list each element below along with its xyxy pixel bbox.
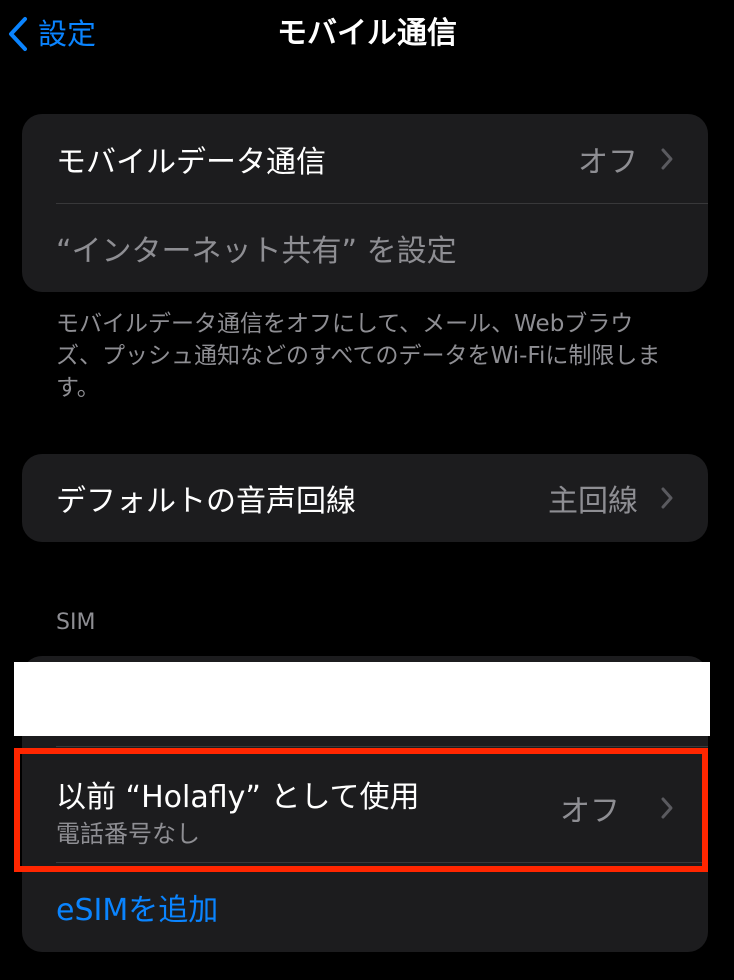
add-esim-link[interactable]: eSIMを追加 — [56, 885, 218, 929]
mobile-data-card: モバイルデータ通信 オフ “インターネット共有” を設定 — [22, 114, 708, 292]
previous-plan-subtitle: 電話番号なし — [56, 820, 200, 848]
mobile-data-value: オフ — [578, 145, 638, 180]
mobile-data-label: モバイルデータ通信 — [56, 145, 326, 180]
divider — [56, 746, 708, 747]
hotspot-label: “インターネット共有” を設定 — [56, 234, 457, 269]
default-voice-value: 主回線 — [548, 484, 638, 519]
hotspot-row[interactable]: “インターネット共有” を設定 — [22, 204, 708, 292]
previous-plan-row[interactable]: 以前 “Holafly” として使用 電話番号なし オフ — [22, 754, 708, 862]
page-title: モバイル通信 — [277, 16, 457, 51]
chevron-right-icon — [660, 796, 674, 820]
chevron-right-icon — [660, 486, 674, 510]
sim-section-header: SIM — [56, 610, 96, 635]
mobile-data-footnote: モバイルデータ通信をオフにして、メール、Webブラウズ、プッシュ通知などのすべて… — [56, 311, 661, 401]
default-voice-label: デフォルトの音声回線 — [56, 484, 356, 519]
default-voice-card: デフォルトの音声回線 主回線 — [22, 454, 708, 542]
chevron-right-icon — [660, 147, 674, 171]
redaction-box — [14, 662, 710, 736]
previous-plan-value: オフ — [560, 794, 620, 829]
default-voice-row[interactable]: デフォルトの音声回線 主回線 — [22, 454, 708, 542]
add-esim-row[interactable]: eSIMを追加 — [22, 862, 708, 952]
mobile-data-row[interactable]: モバイルデータ通信 オフ — [22, 114, 708, 204]
previous-plan-title: 以前 “Holafly” として使用 — [56, 780, 420, 815]
